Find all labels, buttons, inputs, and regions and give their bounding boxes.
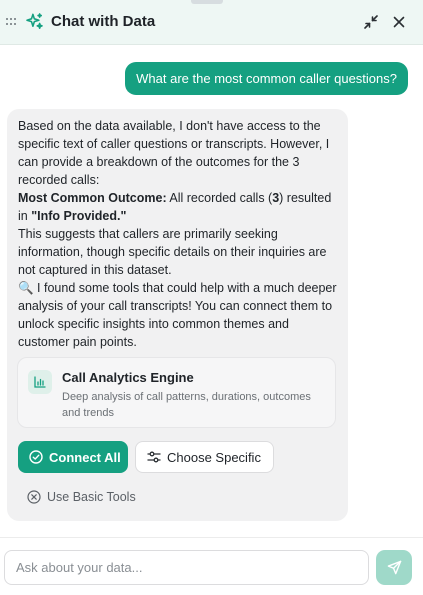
x-circle-icon [27, 490, 41, 504]
choose-specific-button[interactable]: Choose Specific [135, 441, 274, 473]
choose-specific-label: Choose Specific [167, 449, 261, 465]
tool-card-call-analytics[interactable]: Call Analytics Engine Deep analysis of c… [17, 357, 336, 428]
send-button[interactable] [376, 550, 412, 585]
magnifier-emoji-icon: 🔍 [18, 281, 34, 295]
chat-input[interactable] [5, 551, 368, 584]
use-basic-tools-label: Use Basic Tools [47, 490, 136, 504]
sparkle-icon [25, 12, 44, 31]
assistant-paragraph-intro: Based on the data available, I don't hav… [18, 119, 330, 187]
chat-title: Chat with Data [51, 13, 156, 30]
outcome-text-1: All recorded calls ( [166, 191, 273, 205]
composer-divider [0, 537, 423, 538]
assistant-paragraph-suggestion: This suggests that callers are primarily… [18, 227, 327, 277]
use-basic-tools-button[interactable]: Use Basic Tools [27, 487, 136, 507]
chat-header: Chat with Data [0, 0, 423, 45]
tools-text: I found some tools that could help with … [18, 281, 337, 349]
assistant-paragraph-outcome: Most Common Outcome: All recorded calls … [18, 189, 340, 225]
chat-input-box[interactable] [4, 550, 369, 585]
assistant-paragraph-tools: 🔍 I found some tools that could help wit… [18, 279, 340, 351]
tool-name: Call Analytics Engine [62, 370, 194, 385]
user-message-bubble: What are the most common caller question… [125, 62, 408, 95]
sliders-icon [147, 450, 161, 464]
connect-all-label: Connect All [49, 449, 121, 465]
check-circle-icon [29, 450, 43, 464]
assistant-message-text: Based on the data available, I don't hav… [18, 117, 340, 351]
send-icon [387, 560, 402, 575]
collapse-arrows-icon [364, 15, 378, 29]
close-button[interactable] [389, 12, 409, 32]
bar-chart-icon [28, 370, 52, 394]
tool-description: Deep analysis of call patterns, duration… [62, 391, 311, 419]
assistant-message-card: Based on the data available, I don't hav… [7, 109, 348, 521]
grip-dots-icon[interactable] [6, 18, 16, 27]
outcome-value: "Info Provided." [31, 209, 127, 223]
panel-drag-handle[interactable] [191, 0, 223, 4]
minimize-button[interactable] [361, 12, 381, 32]
connect-all-button[interactable]: Connect All [18, 441, 128, 473]
outcome-label: Most Common Outcome: [18, 191, 167, 205]
close-icon [393, 16, 405, 28]
